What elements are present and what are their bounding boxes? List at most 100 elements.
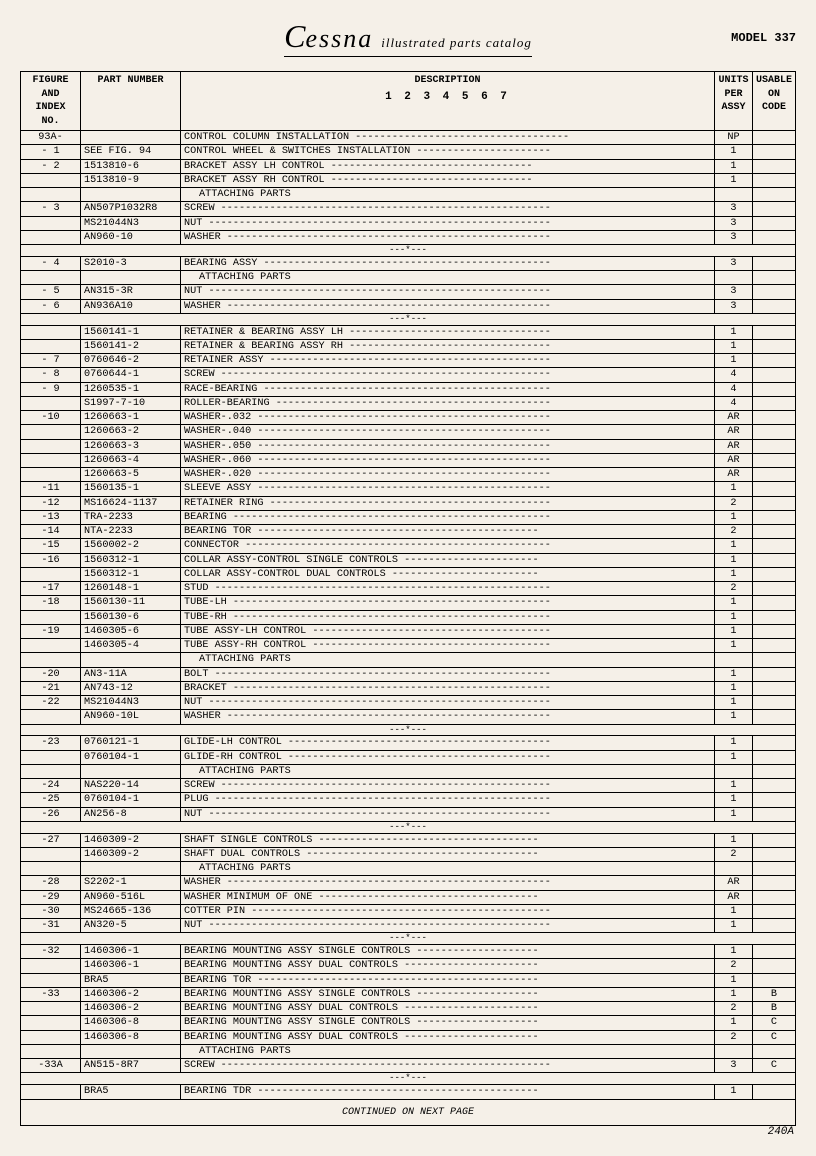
usable-code-cell <box>752 425 795 439</box>
figure-cell: - 3 <box>21 202 81 216</box>
description-cell: WASHER-.040 ----------------------------… <box>181 425 715 439</box>
figure-cell: -25 <box>21 793 81 807</box>
description-cell: BEARING TDR ----------------------------… <box>181 1085 715 1099</box>
units-cell: 3 <box>714 256 752 270</box>
part-number-cell: 1460306-8 <box>81 1030 181 1044</box>
figure-cell <box>21 188 81 202</box>
units-cell: 1 <box>714 750 752 764</box>
units-cell: 1 <box>714 325 752 339</box>
description-cell: RETAINER RING --------------------------… <box>181 496 715 510</box>
part-number-cell: AN507P1032R8 <box>81 202 181 216</box>
description-cell: BEARING MOUNTING ASSY SINGLE CONTROLS --… <box>181 1016 715 1030</box>
part-number-cell: 1460309-2 <box>81 847 181 861</box>
units-cell: 2 <box>714 1030 752 1044</box>
table-row: CONTINUED ON NEXT PAGE <box>21 1099 796 1126</box>
table-row: ATTACHING PARTS <box>21 862 796 876</box>
figure-cell <box>21 439 81 453</box>
description-cell: SCREW ----------------------------------… <box>181 368 715 382</box>
table-row: -111560135-1SLEEVE ASSY ----------------… <box>21 482 796 496</box>
usable-code-cell <box>752 696 795 710</box>
description-cell: GLIDE-RH CONTROL -----------------------… <box>181 750 715 764</box>
description-cell: WASHER ---------------------------------… <box>181 710 715 724</box>
usable-code-cell <box>752 596 795 610</box>
part-number-cell: TRA-2233 <box>81 510 181 524</box>
description-cell: WASHER ---------------------------------… <box>181 299 715 313</box>
usable-code-cell: C <box>752 1059 795 1073</box>
usable-code-cell <box>752 145 795 159</box>
part-number-cell: 1560135-1 <box>81 482 181 496</box>
table-row: ATTACHING PARTS <box>21 271 796 285</box>
usable-code-cell <box>752 793 795 807</box>
th-part-number: PART NUMBER <box>81 72 181 131</box>
part-number-cell: 1460306-1 <box>81 959 181 973</box>
part-number-cell: 1460305-6 <box>81 624 181 638</box>
figure-cell <box>21 610 81 624</box>
part-number-cell: 1513810-6 <box>81 159 181 173</box>
figure-cell <box>21 764 81 778</box>
description-cell: COLLAR ASSY-CONTROL DUAL CONTROLS ------… <box>181 567 715 581</box>
units-cell: 1 <box>714 639 752 653</box>
part-number-cell: 0760644-1 <box>81 368 181 382</box>
usable-code-cell <box>752 807 795 821</box>
part-number-cell: AN315-3R <box>81 285 181 299</box>
part-number-cell: AN960-10 <box>81 230 181 244</box>
table-row: 0760104-1GLIDE-RH CONTROL --------------… <box>21 750 796 764</box>
units-cell <box>714 188 752 202</box>
part-number-cell: 1560312-1 <box>81 553 181 567</box>
part-number-cell: 1460306-2 <box>81 1002 181 1016</box>
figure-cell <box>21 959 81 973</box>
description-cell: ROLLER-BEARING -------------------------… <box>181 396 715 410</box>
table-row: -30MS24665-136COTTER PIN ---------------… <box>21 904 796 918</box>
units-cell: 1 <box>714 667 752 681</box>
table-row: ---*--- <box>21 313 796 325</box>
figure-cell <box>21 847 81 861</box>
table-row: - 91260535-1RACE-BEARING ---------------… <box>21 382 796 396</box>
table-header-row: FIGURE AND INDEX NO. PART NUMBER DESCRIP… <box>21 72 796 131</box>
units-cell: 1 <box>714 173 752 187</box>
units-cell: 1 <box>714 624 752 638</box>
logo-c-letter: C <box>284 18 305 55</box>
figure-cell <box>21 425 81 439</box>
units-cell: 1 <box>714 779 752 793</box>
usable-code-cell: B <box>752 987 795 1001</box>
table-row: ---*--- <box>21 1073 796 1085</box>
part-number-cell: 0760104-1 <box>81 750 181 764</box>
units-cell: 1 <box>714 567 752 581</box>
usable-code-cell <box>752 216 795 230</box>
part-number-cell: MS24665-136 <box>81 904 181 918</box>
usable-code-cell <box>752 919 795 933</box>
table-row: - 70760646-2RETAINER ASSY --------------… <box>21 354 796 368</box>
units-cell <box>714 764 752 778</box>
th-usable: USABLE ON CODE <box>752 72 795 131</box>
table-row: 93A-CONTROL COLUMN INSTALLATION --------… <box>21 131 796 145</box>
part-number-cell: BRA5 <box>81 973 181 987</box>
usable-code-cell <box>752 496 795 510</box>
usable-code-cell <box>752 325 795 339</box>
th-usable-line3: CODE <box>756 101 792 115</box>
units-cell: 1 <box>714 833 752 847</box>
separator-cell: ---*--- <box>21 821 796 833</box>
description-cell: WASHER ---------------------------------… <box>181 876 715 890</box>
table-row: ATTACHING PARTS <box>21 653 796 667</box>
table-row: -171260148-1STUD -----------------------… <box>21 582 796 596</box>
table-row: 1260663-5WASHER-.020 -------------------… <box>21 468 796 482</box>
catalog-label: illustrated parts catalog <box>381 35 532 51</box>
separator-cell: ---*--- <box>21 724 796 736</box>
table-row: -151560002-2CONNECTOR ------------------… <box>21 539 796 553</box>
table-row: -181560130-11TUBE-LH -------------------… <box>21 596 796 610</box>
figure-cell <box>21 230 81 244</box>
usable-code-cell <box>752 396 795 410</box>
figure-cell <box>21 339 81 353</box>
model-text: MODEL 337 <box>731 31 796 45</box>
part-number-cell: S1997-7-10 <box>81 396 181 410</box>
usable-code-cell <box>752 862 795 876</box>
separator-cell: ---*--- <box>21 933 796 945</box>
figure-cell <box>21 1016 81 1030</box>
figure-cell <box>21 271 81 285</box>
table-row: -22MS21044N3NUT ------------------------… <box>21 696 796 710</box>
units-cell: 3 <box>714 216 752 230</box>
description-cell: RACE-BEARING ---------------------------… <box>181 382 715 396</box>
figure-cell: -23 <box>21 736 81 750</box>
usable-code-cell <box>752 876 795 890</box>
usable-code-cell <box>752 764 795 778</box>
